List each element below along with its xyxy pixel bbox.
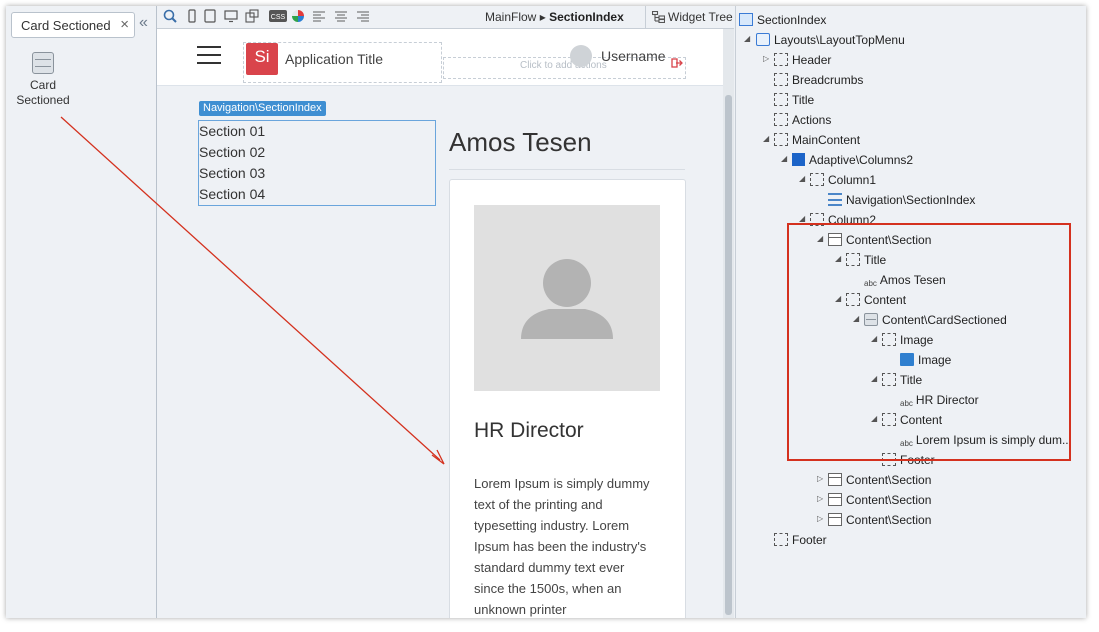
annotation-arrow [60, 116, 445, 465]
